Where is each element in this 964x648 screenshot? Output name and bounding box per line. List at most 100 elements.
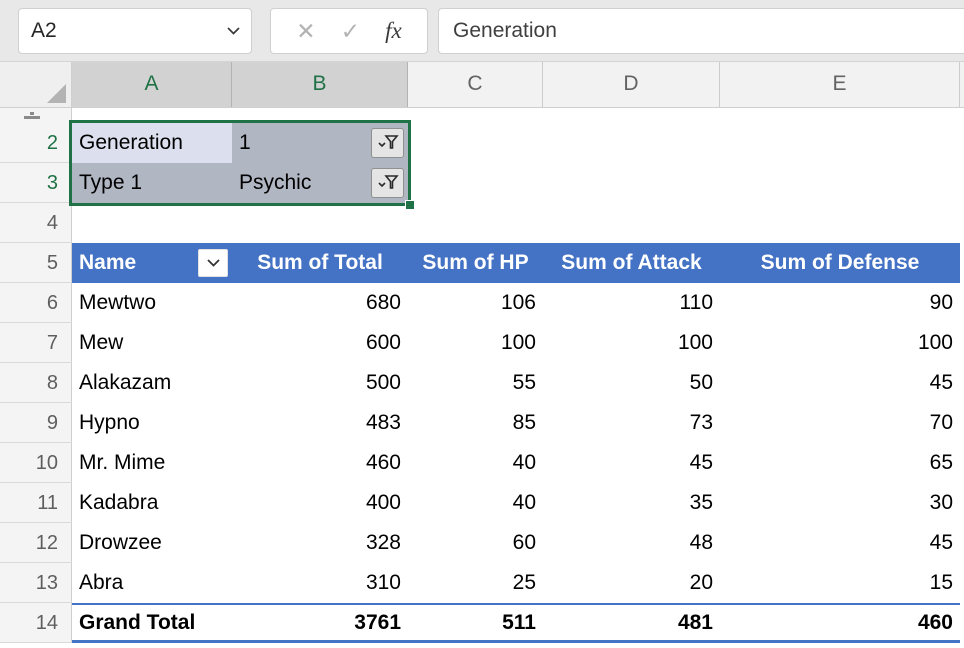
pivot-value-cell[interactable]: 400	[232, 483, 408, 523]
row-header-5[interactable]: 5	[0, 243, 72, 283]
pivot-name-cell[interactable]: Hypno	[72, 403, 232, 443]
pivot-value-cell[interactable]: 30	[720, 483, 960, 523]
row-header-4[interactable]: 4	[0, 203, 72, 243]
formula-buttons: ✕ ✓ fx	[270, 8, 428, 54]
funnel-icon	[376, 174, 400, 192]
row-header-14[interactable]: 14	[0, 603, 72, 643]
row-header-7[interactable]: 7	[0, 323, 72, 363]
row-header-8[interactable]: 8	[0, 363, 72, 403]
pivot-name-cell[interactable]: Mewtwo	[72, 283, 232, 323]
cell-reference: A2	[19, 19, 57, 43]
formula-toolbar: A2 ✕ ✓ fx Generation	[0, 0, 964, 62]
column-header-B[interactable]: B	[232, 62, 408, 107]
pivot-name-cell[interactable]: Abra	[72, 563, 232, 603]
pivot-value-cell[interactable]: 45	[720, 523, 960, 563]
name-box-chevron-down-icon[interactable]	[226, 26, 241, 36]
pivot-value-cell[interactable]: 85	[408, 403, 543, 443]
row-header-6[interactable]: 6	[0, 283, 72, 323]
row-headers: 234567891011121314	[0, 123, 72, 643]
table-row: Hypno483857370	[72, 403, 960, 443]
pivot-name-cell[interactable]: Mew	[72, 323, 232, 363]
fill-handle[interactable]	[405, 200, 415, 210]
table-row: Mew600100100100	[72, 323, 960, 363]
cell-a3-filter-label[interactable]: Type 1	[72, 163, 232, 203]
row-header-13[interactable]: 13	[0, 563, 72, 603]
name-box[interactable]: A2	[18, 8, 252, 54]
pivot-value-cell[interactable]: 48	[543, 523, 720, 563]
pivot-value-cell[interactable]: 100	[408, 323, 543, 363]
pivot-name-cell[interactable]: Alakazam	[72, 363, 232, 403]
filter-button-type1[interactable]	[371, 168, 404, 198]
pivot-header-label: Name	[79, 251, 136, 274]
pivot-value-cell[interactable]: 35	[543, 483, 720, 523]
pivot-value-cell[interactable]: 328	[232, 523, 408, 563]
formula-bar[interactable]: Generation	[438, 8, 964, 54]
pivot-value-cell[interactable]: 25	[408, 563, 543, 603]
row-header-3[interactable]: 3	[0, 163, 72, 203]
grand-total-defense[interactable]: 460	[720, 605, 960, 645]
column-header-C[interactable]: C	[408, 62, 543, 107]
pivot-value-cell[interactable]: 40	[408, 483, 543, 523]
pivot-value-cell[interactable]: 20	[543, 563, 720, 603]
pivot-header-sum-attack[interactable]: Sum of Attack	[543, 243, 720, 283]
name-filter-dropdown-button[interactable]	[198, 249, 228, 277]
row-header-9[interactable]: 9	[0, 403, 72, 443]
grand-total-attack[interactable]: 481	[543, 605, 720, 645]
filter-button-generation[interactable]	[371, 128, 404, 158]
pivot-value-cell[interactable]: 50	[543, 363, 720, 403]
grand-total-label[interactable]: Grand Total	[72, 605, 232, 645]
pivot-value-cell[interactable]: 70	[720, 403, 960, 443]
row-header-1-hidden[interactable]	[0, 108, 72, 123]
row-header-2[interactable]: 2	[0, 123, 72, 163]
pivot-value-cell[interactable]: 45	[543, 443, 720, 483]
cancel-icon[interactable]: ✕	[296, 18, 315, 45]
pivot-value-cell[interactable]: 483	[232, 403, 408, 443]
pivot-value-cell[interactable]: 60	[408, 523, 543, 563]
pivot-value-cell[interactable]: 90	[720, 283, 960, 323]
filter-value-text: Psychic	[239, 171, 311, 194]
pivot-value-cell[interactable]: 460	[232, 443, 408, 483]
pivot-value-cell[interactable]: 65	[720, 443, 960, 483]
pivot-value-cell[interactable]: 310	[232, 563, 408, 603]
pivot-value-cell[interactable]: 680	[232, 283, 408, 323]
pivot-header-sum-defense[interactable]: Sum of Defense	[720, 243, 960, 283]
hidden-row-indicator-icon	[24, 112, 40, 119]
row-header-12[interactable]: 12	[0, 523, 72, 563]
table-row: Drowzee328604845	[72, 523, 960, 563]
pivot-value-cell[interactable]: 100	[720, 323, 960, 363]
pivot-value-cell[interactable]: 106	[408, 283, 543, 323]
pivot-value-cell[interactable]: 600	[232, 323, 408, 363]
pivot-value-cell[interactable]: 500	[232, 363, 408, 403]
pivot-value-cell[interactable]: 45	[720, 363, 960, 403]
pivot-name-cell[interactable]: Mr. Mime	[72, 443, 232, 483]
cell-b2-filter-value[interactable]: 1	[232, 123, 408, 163]
pivot-header-sum-total[interactable]: Sum of Total	[232, 243, 408, 283]
pivot-name-cell[interactable]: Drowzee	[72, 523, 232, 563]
column-header-A[interactable]: A	[72, 62, 232, 107]
table-row: Mr. Mime460404565	[72, 443, 960, 483]
pivot-name-cell[interactable]: Kadabra	[72, 483, 232, 523]
select-all-corner[interactable]	[0, 62, 72, 107]
grand-total-hp[interactable]: 511	[408, 605, 543, 645]
column-header-E[interactable]: E	[720, 62, 960, 107]
pivot-header-name[interactable]: Name	[72, 243, 232, 283]
column-header-D[interactable]: D	[543, 62, 720, 107]
funnel-icon	[376, 134, 400, 152]
grand-total-total[interactable]: 3761	[232, 605, 408, 645]
pivot-value-cell[interactable]: 55	[408, 363, 543, 403]
cell-a2-filter-label[interactable]: Generation	[72, 123, 232, 163]
pivot-header-sum-hp[interactable]: Sum of HP	[408, 243, 543, 283]
insert-function-icon[interactable]: fx	[385, 18, 402, 44]
row-header-11[interactable]: 11	[0, 483, 72, 523]
pivot-value-cell[interactable]: 110	[543, 283, 720, 323]
pivot-body: Mewtwo68010611090Mew600100100100Alakazam…	[72, 283, 960, 603]
confirm-icon[interactable]: ✓	[341, 18, 360, 45]
pivot-value-cell[interactable]: 40	[408, 443, 543, 483]
pivot-value-cell[interactable]: 73	[543, 403, 720, 443]
pivot-value-cell[interactable]: 100	[543, 323, 720, 363]
table-row: Mewtwo68010611090	[72, 283, 960, 323]
pivot-value-cell[interactable]: 15	[720, 563, 960, 603]
row-header-10[interactable]: 10	[0, 443, 72, 483]
cell-b3-filter-value[interactable]: Psychic	[232, 163, 408, 203]
pivot-header-row: Name Sum of Total Sum of HP Sum of Attac…	[72, 243, 960, 283]
